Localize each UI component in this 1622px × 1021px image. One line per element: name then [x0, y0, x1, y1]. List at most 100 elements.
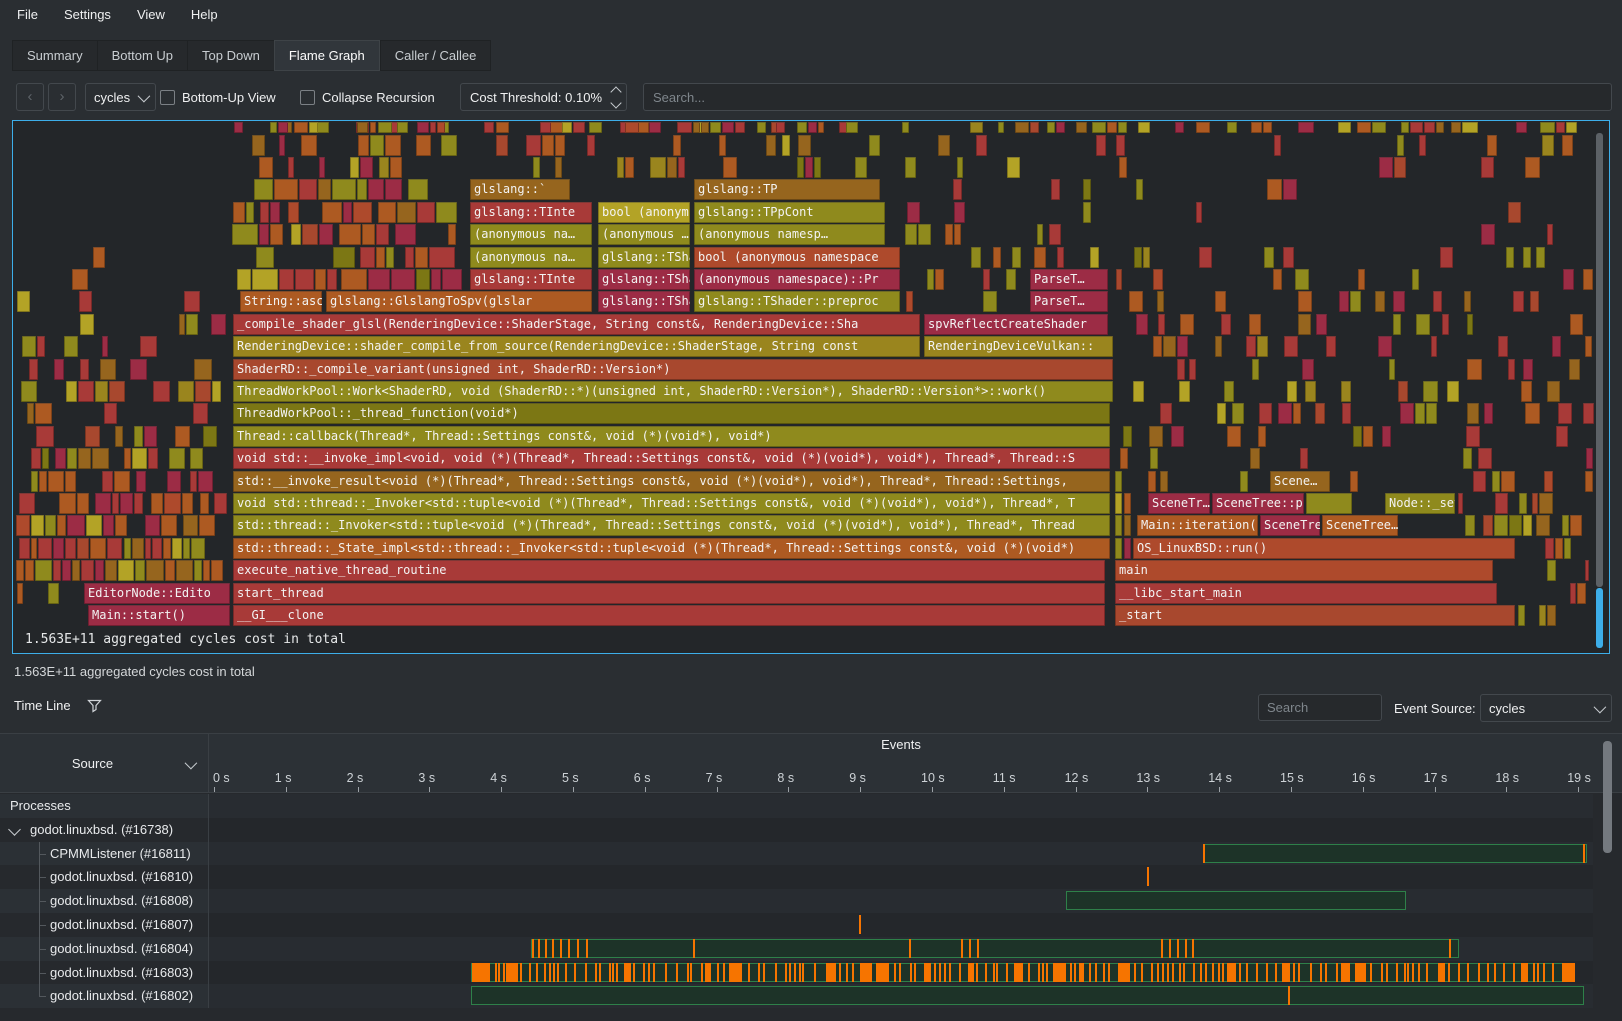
flame-block[interactable] — [1123, 426, 1132, 447]
flame-block[interactable] — [1393, 314, 1401, 335]
flame-block[interactable] — [178, 381, 193, 402]
flame-block[interactable] — [1124, 493, 1131, 514]
flame-block[interactable]: std::thread::_Invoker<std::tuple<void (*… — [233, 515, 1110, 536]
timeline-row[interactable]: godot.linuxbsd. (#16738) — [0, 818, 1593, 842]
flame-block[interactable]: bool (anonym. — [598, 202, 690, 223]
flame-block[interactable] — [1092, 122, 1107, 133]
flame-block[interactable] — [1163, 336, 1176, 357]
flame-block[interactable] — [1283, 179, 1297, 200]
flame-block[interactable] — [1458, 493, 1463, 514]
spinbox-arrows-icon[interactable] — [612, 88, 620, 107]
flame-block[interactable] — [1358, 269, 1365, 290]
flame-block[interactable] — [182, 493, 194, 514]
flame-block[interactable] — [183, 515, 197, 536]
flame-block[interactable] — [1467, 403, 1479, 424]
flame-block[interactable] — [1547, 560, 1556, 581]
flame-block[interactable] — [78, 381, 94, 402]
flame-block[interactable] — [1175, 122, 1184, 133]
flame-block[interactable] — [1521, 381, 1532, 402]
flame-block[interactable] — [1338, 122, 1351, 133]
flame-block[interactable] — [846, 122, 858, 133]
timeline-search-input[interactable] — [1258, 694, 1382, 721]
flame-block[interactable] — [31, 538, 38, 559]
flame-block[interactable] — [112, 493, 119, 514]
flame-block[interactable] — [270, 224, 283, 245]
flame-block[interactable] — [1160, 403, 1172, 424]
flame-block[interactable] — [417, 122, 429, 133]
bottom-up-view-checkbox[interactable]: Bottom-Up View — [160, 83, 276, 111]
flame-block[interactable] — [1339, 291, 1349, 312]
timeline-row-events[interactable] — [209, 842, 1593, 866]
flame-block[interactable] — [1519, 493, 1527, 514]
flame-block[interactable] — [1115, 538, 1122, 559]
flame-block[interactable] — [1583, 269, 1592, 290]
flame-block[interactable] — [1379, 157, 1393, 178]
flame-graph-canvas[interactable]: 1.563E+11 aggregated cycles cost in tota… — [12, 120, 1610, 654]
flame-block[interactable]: ShaderRD::_compile_variant(unsigned int,… — [233, 359, 1113, 380]
flame-block[interactable] — [954, 202, 965, 223]
flame-block[interactable] — [1536, 247, 1545, 268]
flame-block[interactable] — [1274, 135, 1281, 156]
flame-block[interactable] — [134, 493, 143, 514]
flame-block[interactable] — [368, 269, 390, 290]
flame-block[interactable] — [1542, 135, 1554, 156]
flame-block[interactable] — [144, 426, 157, 447]
flame-block[interactable] — [72, 560, 80, 581]
flame-block[interactable] — [441, 135, 457, 156]
flame-block[interactable] — [211, 560, 224, 581]
menu-item-view[interactable]: View — [124, 0, 178, 30]
flame-block[interactable] — [1264, 247, 1274, 268]
flame-block[interactable] — [315, 269, 325, 290]
timeline-row-events[interactable] — [209, 961, 1593, 985]
flame-block[interactable] — [114, 471, 130, 492]
flame-block[interactable] — [1545, 538, 1555, 559]
timeline-span-bar[interactable] — [1066, 891, 1406, 910]
flame-block[interactable] — [81, 560, 94, 581]
flame-block[interactable] — [176, 560, 193, 581]
flame-block[interactable] — [1012, 247, 1021, 268]
forward-button[interactable]: › — [48, 83, 76, 111]
timeline-span-bar[interactable] — [531, 939, 1459, 958]
flame-block[interactable] — [78, 448, 91, 469]
flame-block[interactable] — [120, 493, 133, 514]
flame-block[interactable] — [1577, 583, 1587, 604]
flame-block[interactable] — [1215, 291, 1226, 312]
flame-block[interactable] — [252, 269, 278, 290]
flame-block[interactable] — [542, 135, 553, 156]
flame-block[interactable] — [1372, 122, 1386, 133]
flame-block[interactable] — [309, 122, 318, 133]
flame-block[interactable] — [976, 135, 988, 156]
flame-block[interactable]: ThreadWorkPool::Work<ShaderRD, void (Sha… — [233, 381, 1113, 402]
flame-block[interactable] — [1115, 471, 1122, 492]
flame-block[interactable] — [1483, 515, 1493, 536]
flame-block[interactable] — [1342, 403, 1351, 424]
flame-block[interactable] — [95, 381, 108, 402]
flame-block[interactable] — [135, 560, 145, 581]
flame-block[interactable] — [391, 269, 415, 290]
flame-block[interactable] — [270, 122, 276, 133]
flame-block[interactable] — [360, 247, 375, 268]
flame-block[interactable] — [65, 538, 76, 559]
flame-block[interactable] — [66, 381, 77, 402]
flame-block[interactable] — [39, 471, 47, 492]
flame-block[interactable] — [77, 538, 88, 559]
flame-block[interactable] — [1160, 471, 1168, 492]
flame-block[interactable] — [1375, 291, 1385, 312]
flame-block[interactable] — [21, 381, 38, 402]
timeline-row[interactable]: godot.linuxbsd. (#16804) — [0, 937, 1593, 961]
flame-block[interactable] — [199, 515, 216, 536]
flame-block[interactable] — [1107, 122, 1116, 133]
flame-block[interactable] — [295, 269, 314, 290]
flame-block[interactable] — [776, 122, 785, 133]
flame-block[interactable] — [1465, 515, 1476, 536]
flame-block[interactable] — [1501, 471, 1515, 492]
flame-block[interactable] — [814, 157, 821, 178]
source-column-header[interactable]: Source — [0, 734, 209, 793]
flame-block[interactable] — [341, 269, 367, 290]
flame-block[interactable] — [1124, 538, 1131, 559]
flame-block[interactable] — [153, 381, 170, 402]
flame-block[interactable] — [1539, 605, 1546, 626]
flame-block[interactable] — [353, 202, 372, 223]
flame-block[interactable] — [983, 269, 990, 290]
flame-block[interactable] — [805, 157, 813, 178]
